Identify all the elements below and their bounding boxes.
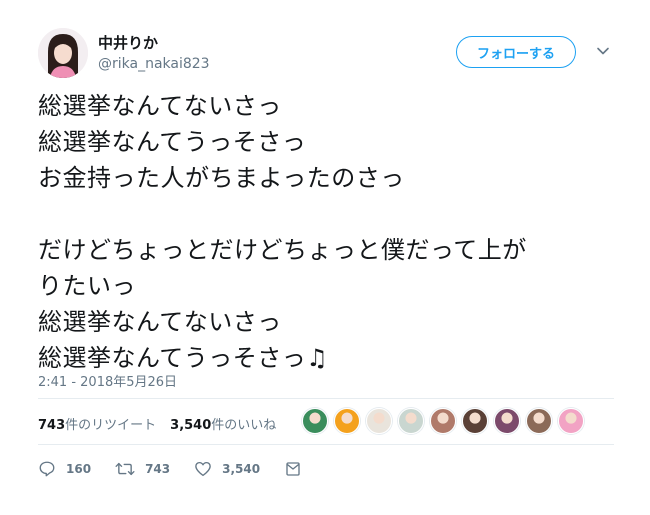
engagement-stats: 743件のリツイート 3,540件のいいね	[38, 414, 276, 433]
retweet-count: 743	[145, 462, 171, 476]
liker-avatar[interactable]	[334, 408, 360, 434]
like-stat[interactable]: 3,540件のいいね	[170, 414, 276, 433]
liker-avatar[interactable]	[430, 408, 456, 434]
envelope-icon	[286, 462, 300, 476]
heart-icon	[195, 461, 211, 477]
follow-button[interactable]: フォローする	[456, 36, 576, 68]
reply-icon	[39, 461, 55, 477]
like-action[interactable]: 3,540	[194, 460, 260, 478]
avatar-image	[38, 28, 88, 78]
liker-avatars	[302, 408, 584, 434]
liker-avatar[interactable]	[366, 408, 392, 434]
chevron-down-icon[interactable]	[596, 44, 610, 58]
display-name[interactable]: 中井りか	[98, 32, 158, 53]
liker-avatar[interactable]	[302, 408, 328, 434]
liker-avatar[interactable]	[398, 408, 424, 434]
divider-bottom	[38, 444, 614, 445]
action-bar: 160 743 3,540	[38, 460, 326, 478]
follow-button-label: フォローする	[476, 46, 555, 62]
reply-action[interactable]: 160	[38, 460, 91, 478]
liker-avatar[interactable]	[494, 408, 520, 434]
direct-message-action[interactable]	[284, 460, 302, 478]
liker-avatar[interactable]	[462, 408, 488, 434]
user-handle[interactable]: @rika_nakai823	[98, 56, 210, 72]
like-stat-count: 3,540	[170, 418, 212, 433]
reply-count: 160	[66, 462, 92, 476]
like-count: 3,540	[222, 462, 261, 476]
tweet-text: 総選挙なんてないさっ 総選挙なんてうっそさっ お金持った人がちまよったのさっ だ…	[38, 92, 527, 372]
tweet-timestamp[interactable]: 2:41 - 2018年5月26日	[38, 371, 177, 390]
tweet-card: 中井りか @rika_nakai823 フォローする 総選挙なんてないさっ 総選…	[0, 0, 650, 515]
divider-top	[38, 398, 614, 399]
liker-avatar[interactable]	[526, 408, 552, 434]
like-stat-label: 件のいいね	[211, 418, 277, 433]
liker-avatar[interactable]	[558, 408, 584, 434]
retweet-stat-label: 件のリツイート	[65, 418, 157, 433]
retweet-stat[interactable]: 743件のリツイート	[38, 414, 156, 433]
avatar[interactable]	[38, 28, 88, 78]
retweet-action[interactable]: 743	[115, 460, 170, 478]
retweet-icon	[115, 462, 135, 476]
retweet-stat-count: 743	[38, 418, 66, 433]
